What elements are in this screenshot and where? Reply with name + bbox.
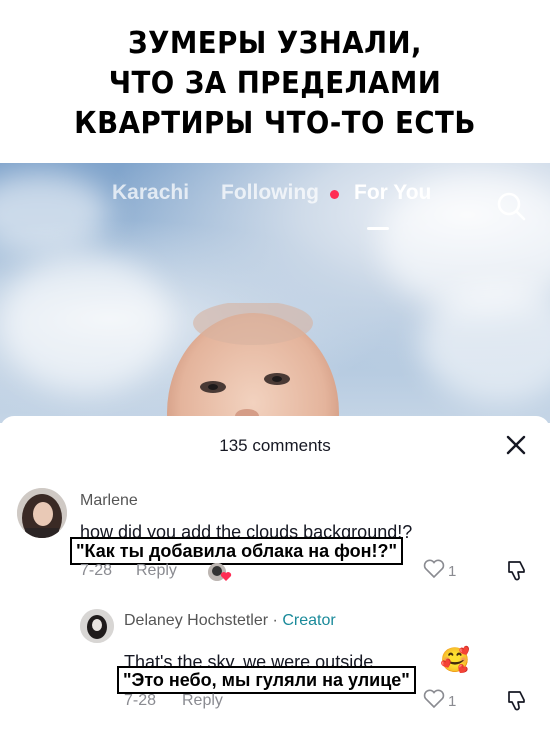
translation-overlay: "Это небо, мы гуляли на улице" bbox=[117, 666, 416, 694]
dislike-icon[interactable] bbox=[506, 689, 528, 711]
dislike-icon[interactable] bbox=[506, 559, 528, 581]
top-navigation: Karachi Following For You bbox=[0, 177, 550, 230]
active-tab-indicator bbox=[367, 227, 389, 230]
tab-karachi[interactable]: Karachi bbox=[112, 181, 189, 205]
avatar[interactable] bbox=[80, 609, 114, 643]
reply-button[interactable]: Reply bbox=[182, 692, 223, 710]
reply-button[interactable]: Reply bbox=[136, 562, 177, 580]
creator-badge: Creator bbox=[282, 612, 336, 629]
separator: · bbox=[272, 612, 278, 629]
close-icon[interactable] bbox=[505, 434, 527, 456]
emoji-smiling-hearts: 🥰 bbox=[440, 647, 470, 674]
tab-for-you[interactable]: For You bbox=[354, 181, 431, 205]
search-icon[interactable] bbox=[496, 191, 526, 221]
comment-username[interactable]: Marlene bbox=[80, 492, 138, 510]
like-heart-icon[interactable] bbox=[423, 559, 445, 579]
tab-following[interactable]: Following bbox=[221, 181, 319, 205]
caption-line-1: ЗУМЕРЫ УЗНАЛИ, bbox=[128, 26, 422, 61]
translation-overlay: "Как ты добавила облака на фон!?" bbox=[70, 537, 403, 565]
username-text[interactable]: Delaney Hochstetler bbox=[124, 612, 268, 629]
creator-heart-icon bbox=[220, 572, 232, 581]
avatar[interactable] bbox=[17, 488, 67, 538]
like-count: 1 bbox=[448, 693, 457, 710]
comments-count: 135 comments bbox=[219, 436, 331, 455]
comment-date: 7-28 bbox=[124, 692, 157, 709]
like-heart-icon[interactable] bbox=[423, 689, 445, 709]
baby-face-image bbox=[167, 303, 339, 423]
notification-dot bbox=[330, 190, 339, 199]
comments-panel: 135 comments Marlene how did you add the… bbox=[0, 416, 550, 731]
meme-caption: ЗУМЕРЫ УЗНАЛИ, ЧТО ЗА ПРЕДЕЛАМИ КВАРТИРЫ… bbox=[0, 0, 550, 163]
like-count: 1 bbox=[448, 563, 457, 580]
caption-line-3: КВАРТИРЫ ЧТО-ТО ЕСТЬ bbox=[74, 106, 476, 141]
video-player[interactable]: Karachi Following For You bbox=[0, 163, 550, 423]
comment-date: 7-28 bbox=[80, 562, 113, 579]
caption-line-2: ЧТО ЗА ПРЕДЕЛАМИ bbox=[108, 66, 442, 101]
comment-username[interactable]: Delaney Hochstetler · Creator bbox=[124, 612, 336, 630]
